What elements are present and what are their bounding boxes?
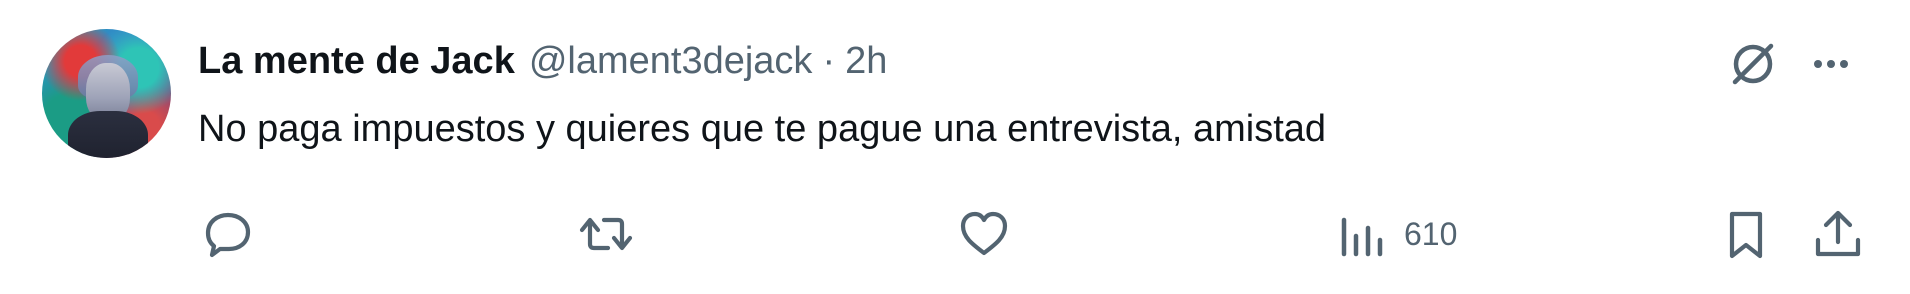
reply-icon — [205, 212, 251, 258]
more-options-icon[interactable] — [1806, 44, 1856, 84]
separator-dot: · — [822, 39, 836, 82]
grok-icon[interactable] — [1725, 36, 1781, 92]
views-count: 610 — [1404, 215, 1458, 252]
retweet-icon — [579, 217, 633, 251]
like-button[interactable] — [956, 206, 1012, 262]
analytics-icon — [1341, 217, 1383, 257]
bookmark-button[interactable] — [1718, 206, 1774, 262]
retweet-button[interactable] — [578, 206, 634, 262]
share-icon — [1815, 210, 1861, 257]
tweet-text: No paga impuestos y quieres que te pague… — [198, 108, 1327, 150]
author-display-name[interactable]: La mente de Jack — [198, 40, 515, 83]
tweet-card[interactable]: La mente de Jack @lament3dejack · 2h No … — [0, 0, 1910, 294]
tweet-timestamp[interactable]: 2h — [845, 40, 887, 83]
avatar[interactable] — [42, 29, 171, 158]
bookmark-icon — [1729, 211, 1763, 259]
avatar-body — [68, 111, 148, 158]
tweet-header: La mente de Jack @lament3dejack · 2h — [198, 36, 887, 86]
views-button[interactable]: 610 — [1336, 206, 1457, 262]
reply-button[interactable] — [200, 206, 256, 262]
author-handle[interactable]: @lament3dejack — [529, 40, 813, 83]
heart-icon — [960, 211, 1008, 256]
share-button[interactable] — [1810, 206, 1866, 262]
